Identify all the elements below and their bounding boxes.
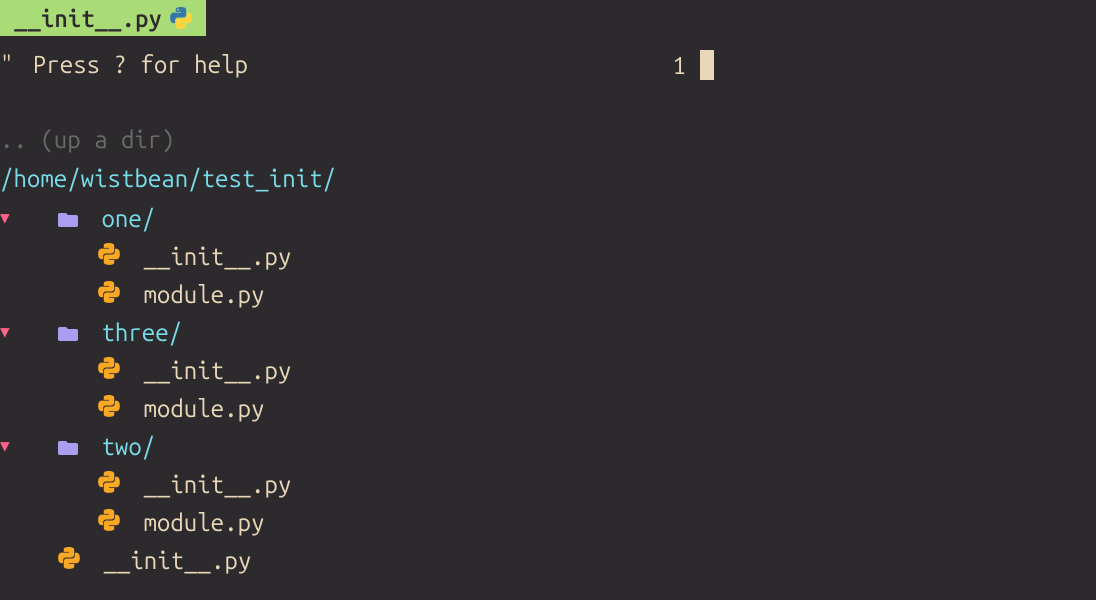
folder-icon xyxy=(58,211,78,227)
root-path[interactable]: /home/wistbean/test_init/ xyxy=(0,160,660,197)
python-icon xyxy=(58,547,80,569)
editor-line[interactable]: 1 xyxy=(660,46,1096,84)
file-row[interactable]: module.py xyxy=(0,504,660,542)
line-number: 1 xyxy=(660,52,700,79)
file-tree-pane[interactable]: " Press ? for help .. (up a dir) /home/w… xyxy=(0,36,660,600)
file-name: __init__.py xyxy=(143,243,291,270)
help-text: " Press ? for help xyxy=(0,46,660,83)
folder-icon xyxy=(58,439,78,455)
python-icon xyxy=(98,471,120,493)
file-name: __init__.py xyxy=(143,471,291,498)
file-name: module.py xyxy=(143,395,264,422)
file-name: __init__.py xyxy=(103,547,251,574)
main-area: " Press ? for help .. (up a dir) /home/w… xyxy=(0,36,1096,600)
file-row[interactable]: __init__.py xyxy=(0,238,660,276)
expand-arrow-icon[interactable]: ▼ xyxy=(0,434,18,459)
folder-row-one[interactable]: ▼ one/ xyxy=(0,200,660,238)
file-name: module.py xyxy=(143,281,264,308)
folder-name: three/ xyxy=(101,319,182,346)
expand-arrow-icon[interactable]: ▼ xyxy=(0,206,18,231)
file-row[interactable]: __init__.py xyxy=(0,352,660,390)
cursor xyxy=(700,50,714,80)
python-icon xyxy=(98,243,120,265)
tab-bar: __init__.py xyxy=(0,0,1096,36)
python-icon xyxy=(98,281,120,303)
folder-row-three[interactable]: ▼ three/ xyxy=(0,314,660,352)
expand-arrow-icon[interactable]: ▼ xyxy=(0,320,18,345)
folder-row-two[interactable]: ▼ two/ xyxy=(0,428,660,466)
python-icon xyxy=(170,7,192,29)
python-icon xyxy=(98,509,120,531)
file-name: module.py xyxy=(143,509,264,536)
file-row[interactable]: module.py xyxy=(0,276,660,314)
python-icon xyxy=(98,395,120,417)
tab-filename: __init__.py xyxy=(14,5,162,32)
python-icon xyxy=(98,357,120,379)
file-name: __init__.py xyxy=(143,357,291,384)
file-tab[interactable]: __init__.py xyxy=(0,0,206,36)
editor-pane[interactable]: 1 xyxy=(660,36,1096,600)
file-row[interactable]: __init__.py xyxy=(0,466,660,504)
folder-name: two/ xyxy=(101,433,155,460)
file-row-root[interactable]: __init__.py xyxy=(0,542,660,580)
up-directory[interactable]: .. (up a dir) xyxy=(0,121,660,158)
folder-icon xyxy=(58,325,78,341)
file-row[interactable]: module.py xyxy=(0,390,660,428)
folder-name: one/ xyxy=(101,205,155,232)
